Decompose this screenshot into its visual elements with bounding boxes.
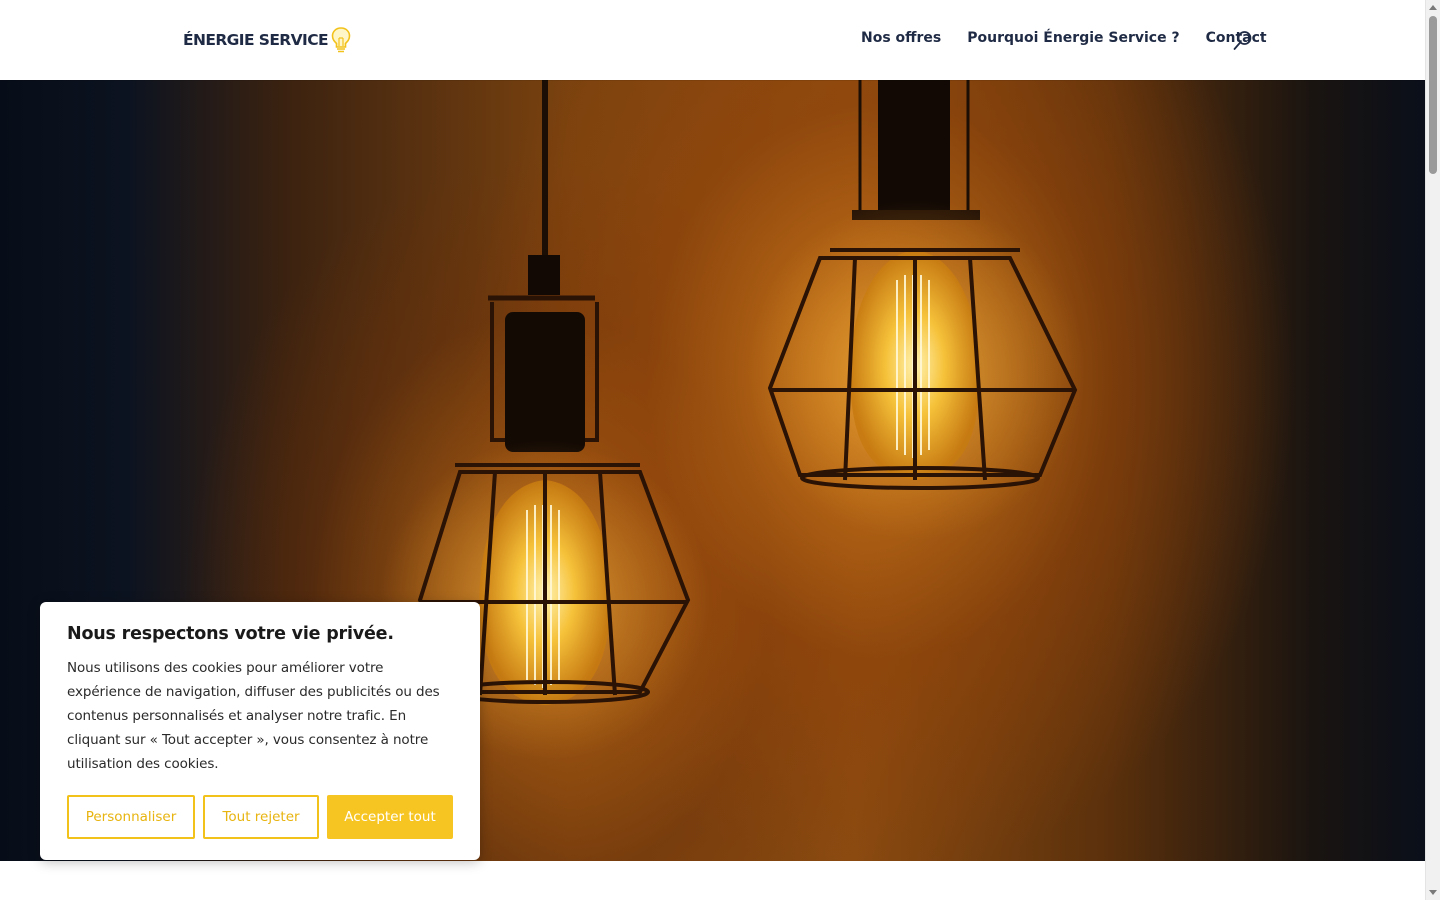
nav-item-pourquoi[interactable]: Pourquoi Énergie Service ? xyxy=(967,30,1179,46)
lightbulb-icon xyxy=(331,27,351,53)
scrollbar-thumb[interactable] xyxy=(1429,16,1437,174)
customize-cookies-button[interactable]: Personnaliser xyxy=(67,795,195,839)
cookie-description: Nous utilisons des cookies pour améliore… xyxy=(67,660,440,772)
search-icon[interactable] xyxy=(1233,30,1253,52)
cookie-consent-banner: Nous respectons votre vie privée. Nous u… xyxy=(40,602,480,860)
main-nav: Nos offres Pourquoi Énergie Service ? Co… xyxy=(861,30,1293,46)
cookie-title: Nous respectons votre vie privée. xyxy=(67,624,394,644)
right-lamp xyxy=(745,80,1085,540)
scroll-up-arrow-icon[interactable] xyxy=(1429,5,1437,10)
cookie-actions: Personnaliser Tout rejeter Accepter tout xyxy=(67,795,453,839)
reject-all-cookies-button[interactable]: Tout rejeter xyxy=(203,795,319,839)
scroll-down-arrow-icon[interactable] xyxy=(1429,890,1437,895)
site-header: ÉNERGIE SERVICE Nos offres Pourquoi Éner… xyxy=(0,0,1425,80)
accept-all-cookies-button[interactable]: Accepter tout xyxy=(327,795,453,839)
page-scrollbar[interactable] xyxy=(1425,0,1440,900)
site-logo[interactable]: ÉNERGIE SERVICE xyxy=(183,24,352,56)
nav-item-nos-offres[interactable]: Nos offres xyxy=(861,30,941,46)
logo-text: ÉNERGIE SERVICE xyxy=(183,31,329,49)
